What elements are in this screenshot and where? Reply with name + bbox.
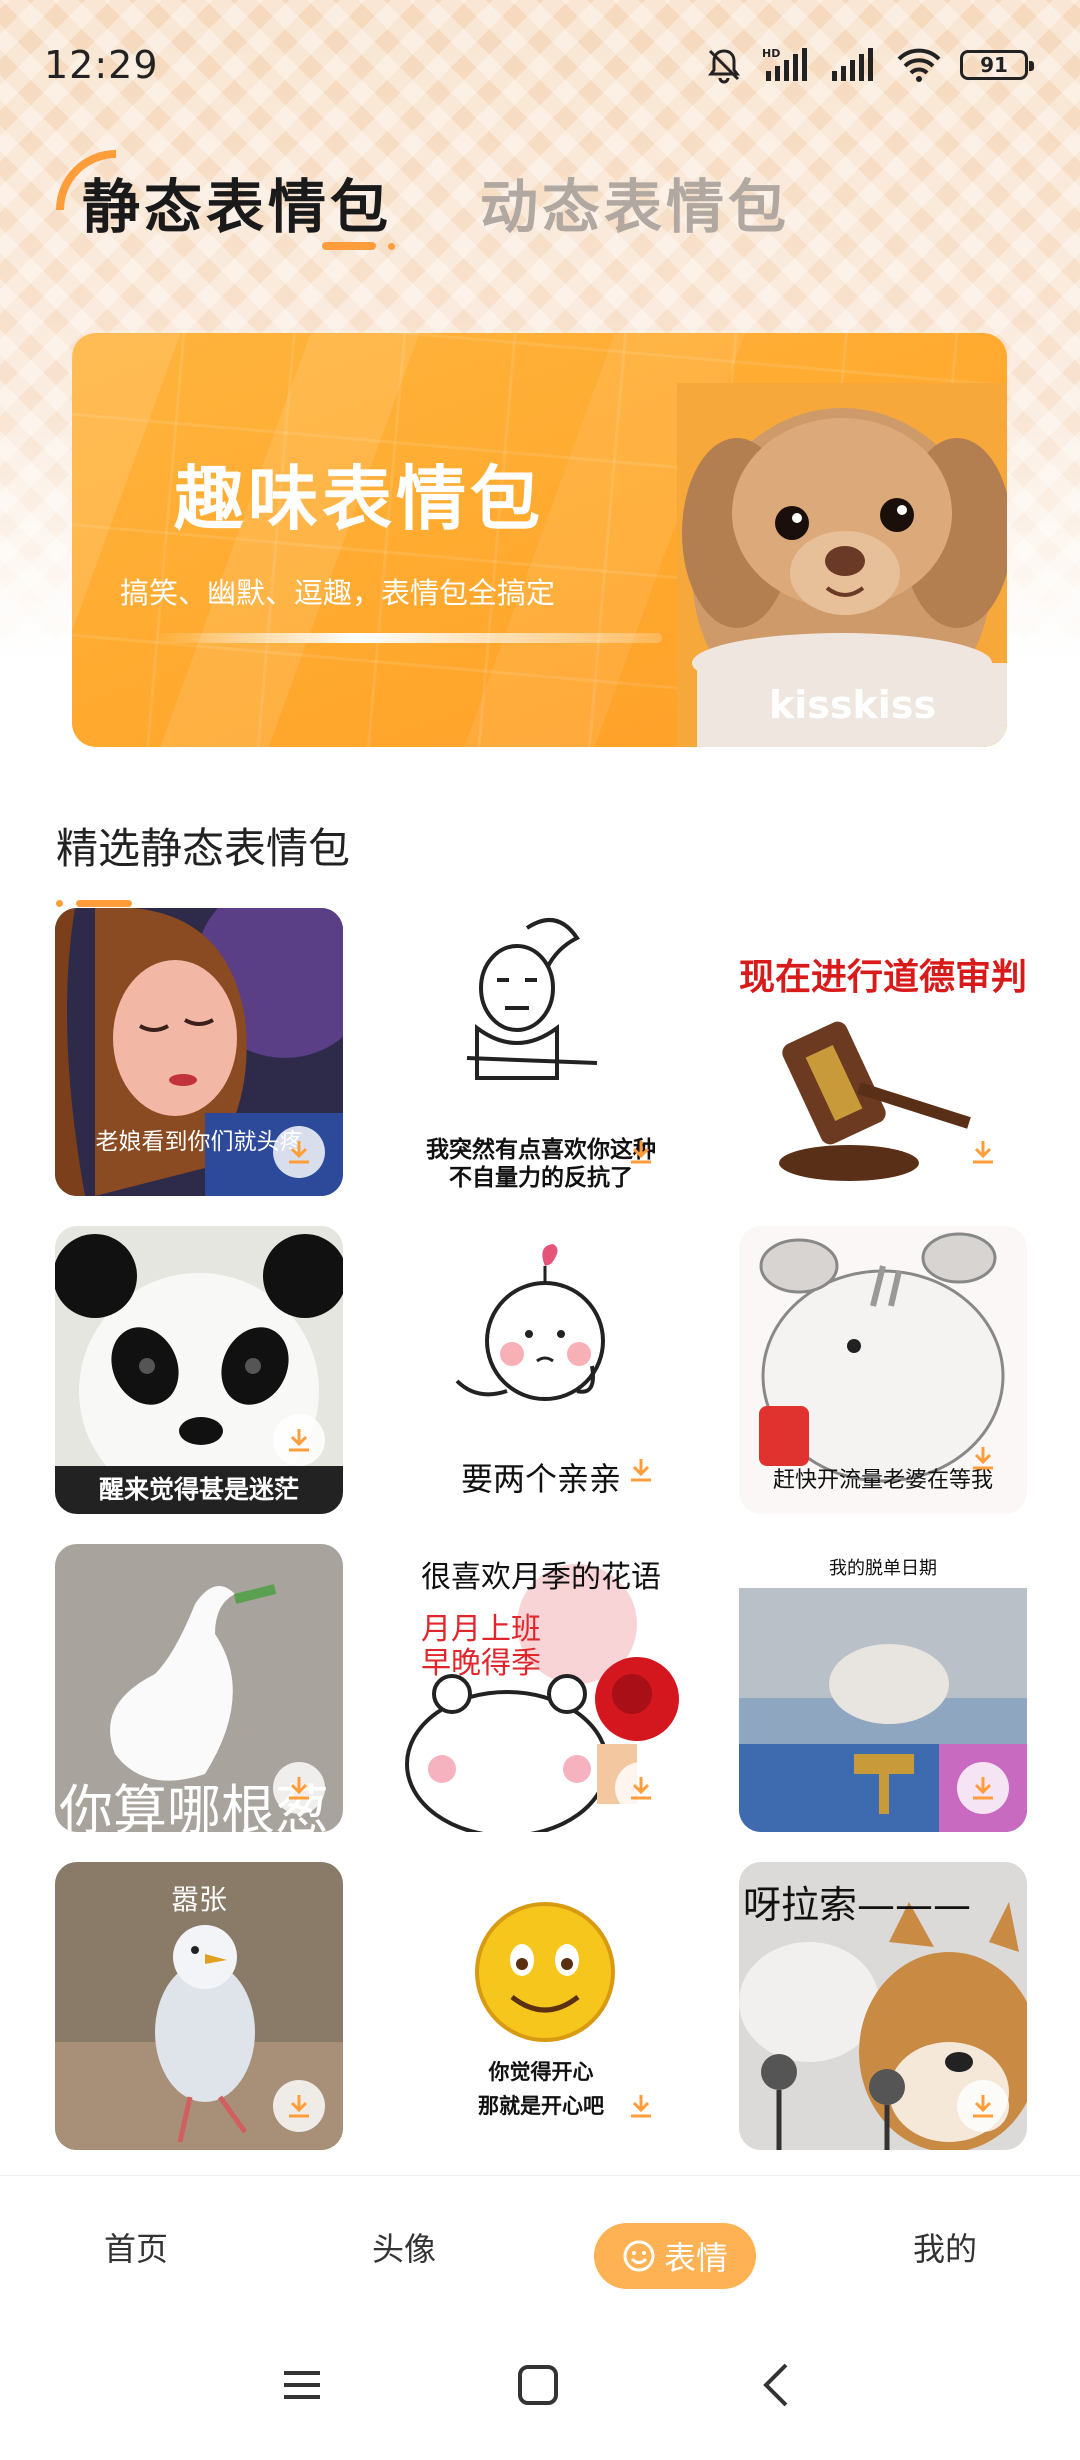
- active-tab-dot: [388, 243, 395, 250]
- download-icon: [631, 1777, 651, 1800]
- download-button[interactable]: [957, 1432, 1009, 1484]
- status-bar: 12:29 HD 91: [0, 0, 1080, 130]
- section-title-underline: [76, 900, 132, 907]
- download-icon: [289, 2095, 309, 2118]
- download-button[interactable]: [273, 1414, 325, 1466]
- status-time: 12:29: [44, 43, 159, 87]
- download-icon: [289, 1141, 309, 1164]
- banner-subtitle: 搞笑、幽默、逗趣，表情包全搞定: [120, 576, 556, 610]
- download-icon: [631, 1459, 651, 1482]
- nav-stickers-label: 表情: [663, 2239, 728, 2277]
- download-button[interactable]: [273, 2080, 325, 2132]
- download-button[interactable]: [615, 2080, 667, 2132]
- home-icon[interactable]: [516, 2363, 560, 2407]
- svg-text:HD: HD: [762, 47, 780, 60]
- puppy-image: kisskiss: [677, 383, 1007, 747]
- nav-avatar[interactable]: 头像: [372, 2224, 436, 2270]
- battery-icon: 91: [960, 50, 1034, 80]
- nav-home[interactable]: 首页: [104, 2224, 168, 2270]
- section-title-dot: [56, 900, 63, 907]
- download-icon: [289, 1777, 309, 1800]
- download-button[interactable]: [615, 1126, 667, 1178]
- bell-muted-icon: [704, 45, 744, 85]
- banner-image-label: kisskiss: [769, 683, 937, 727]
- nav-stickers[interactable]: 表情: [594, 2223, 756, 2289]
- sticker-tile[interactable]: 要两个亲亲: [397, 1226, 685, 1514]
- download-button[interactable]: [957, 1762, 1009, 1814]
- nav-profile[interactable]: 我的: [913, 2224, 977, 2270]
- smiley-icon: [623, 2240, 655, 2272]
- sticker-type-tabs: 静态表情包 动态表情包: [0, 150, 1080, 260]
- sticker-tile[interactable]: 我突然有点喜欢你这种 不自量力的反抗了: [397, 908, 685, 1196]
- battery-level: 91: [980, 53, 1008, 77]
- sticker-tile[interactable]: 醒来觉得甚是迷茫: [55, 1226, 343, 1514]
- bottom-nav: 首页 头像 表情 我的: [0, 2175, 1080, 2335]
- tab-static-stickers[interactable]: 静态表情包: [82, 160, 392, 244]
- back-icon[interactable]: [756, 2361, 800, 2409]
- sticker-tile[interactable]: 你算哪根葱: [55, 1544, 343, 1832]
- section-title: 精选静态表情包: [56, 824, 351, 873]
- download-button[interactable]: [615, 1762, 667, 1814]
- download-icon: [973, 2095, 993, 2118]
- sticker-caption-line3: 早晚得季: [421, 1646, 541, 1681]
- sticker-tile[interactable]: 赶快开流量老婆在等我: [739, 1226, 1027, 1514]
- sticker-tile[interactable]: 你觉得开心 那就是开心吧: [397, 1862, 685, 2150]
- system-nav-bar: [0, 2335, 1080, 2460]
- download-icon: [631, 2095, 651, 2118]
- active-tab-indicator: [322, 242, 376, 250]
- banner-title: 趣味表情包: [174, 458, 544, 540]
- download-button[interactable]: [957, 1126, 1009, 1178]
- download-button[interactable]: [273, 1762, 325, 1814]
- status-icons: HD 91: [704, 45, 1034, 85]
- download-button[interactable]: [615, 1444, 667, 1496]
- download-icon: [973, 1141, 993, 1164]
- download-icon: [973, 1447, 993, 1470]
- sticker-tile[interactable]: 呀拉索———: [739, 1862, 1027, 2150]
- sticker-caption: 很喜欢月季的花语: [421, 1560, 661, 1595]
- wifi-icon: [896, 45, 942, 85]
- sticker-tile[interactable]: 我的脱单日期: [739, 1544, 1027, 1832]
- sticker-tile[interactable]: 很喜欢月季的花语 月月上班 早晚得季: [397, 1544, 685, 1832]
- hd-signal-icon: HD: [762, 45, 812, 85]
- download-icon: [289, 1429, 309, 1452]
- sticker-caption: 现在进行道德审判: [739, 957, 1027, 998]
- banner-highlight-bar: [152, 633, 662, 643]
- sticker-tile[interactable]: 嚣张: [55, 1862, 343, 2150]
- signal-icon: [830, 45, 878, 85]
- promo-banner[interactable]: 趣味表情包 搞笑、幽默、逗趣，表情包全搞定 kisskiss: [72, 333, 1007, 747]
- sticker-caption: 呀拉索———: [743, 1883, 972, 1927]
- sticker-tile[interactable]: 老娘看到你们就头疼: [55, 908, 343, 1196]
- sticker-tile[interactable]: 现在进行道德审判: [739, 908, 1027, 1196]
- download-icon: [973, 1777, 993, 1800]
- download-button[interactable]: [273, 1126, 325, 1178]
- sticker-caption: 醒来觉得甚是迷茫: [98, 1475, 299, 1504]
- sticker-caption: 嚣张: [170, 1883, 227, 1916]
- download-button[interactable]: [957, 2080, 1009, 2132]
- tab-animated-stickers[interactable]: 动态表情包: [480, 160, 790, 244]
- download-icon: [631, 1141, 651, 1164]
- sticker-caption: 我的脱单日期: [829, 1558, 937, 1579]
- menu-icon[interactable]: [280, 2363, 324, 2407]
